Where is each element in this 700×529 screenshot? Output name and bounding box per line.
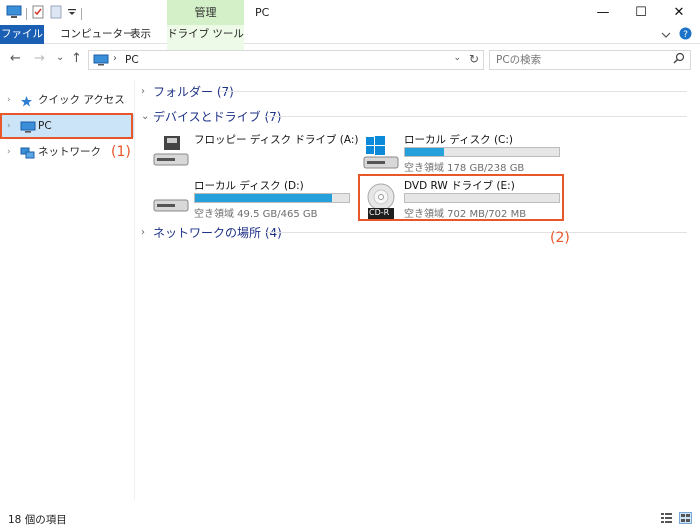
- breadcrumb-pc[interactable]: PC: [125, 54, 139, 66]
- callout-box-2: [358, 174, 564, 221]
- drive-name: ローカル ディスク (D:): [194, 180, 304, 192]
- drive-local-d[interactable]: ローカル ディスク (D:) 空き領域 49.5 GB/465 GB: [146, 176, 356, 220]
- callout-label-2: (2): [550, 230, 570, 246]
- chevron-right-icon[interactable]: ›: [7, 88, 11, 112]
- forward-button[interactable]: →: [34, 51, 45, 66]
- drive-usage-bar: [404, 147, 560, 157]
- ribbon-right-controls: ?: [661, 27, 692, 43]
- item-count: 18 個の項目: [8, 514, 67, 526]
- ribbon-tabs: ファイル コンピューター 表示 ドライブ ツール ?: [0, 25, 700, 69]
- group-divider: [265, 232, 687, 233]
- group-label: ネットワークの場所 (4): [153, 225, 282, 240]
- hard-drive-icon: [152, 182, 190, 219]
- search-input[interactable]: [496, 53, 666, 67]
- group-label: デバイスとドライブ (7): [153, 109, 282, 124]
- navigation-pane: › クイック アクセス › PC › ネットワーク: [0, 80, 134, 500]
- drive-floppy-a[interactable]: フロッピー ディスク ドライブ (A:): [146, 130, 359, 174]
- address-dropdown-button[interactable]: ⌄: [453, 53, 461, 63]
- up-button[interactable]: ↑: [71, 51, 82, 66]
- new-folder-icon[interactable]: [49, 5, 63, 22]
- breadcrumb-separator[interactable]: ›: [113, 53, 117, 64]
- sidebar-item-quick-access[interactable]: › クイック アクセス: [0, 88, 134, 112]
- recent-locations-button[interactable]: ⌄: [56, 52, 64, 63]
- search-icon[interactable]: [673, 52, 685, 67]
- chevron-down-icon: ⌄: [141, 110, 150, 122]
- tiles-view-icon[interactable]: [679, 512, 692, 527]
- callout-label-1: (1): [111, 144, 131, 160]
- drive-local-c[interactable]: ローカル ディスク (C:) 空き領域 178 GB/238 GB: [356, 130, 566, 174]
- search-box[interactable]: [489, 50, 691, 70]
- expand-ribbon-icon[interactable]: [661, 29, 671, 42]
- sidebar-item-label: ネットワーク: [38, 146, 101, 158]
- refresh-button[interactable]: ↻: [469, 52, 479, 66]
- chevron-right-icon[interactable]: ›: [7, 140, 11, 164]
- svg-text:?: ?: [683, 30, 688, 40]
- drive-free-space: 空き領域 49.5 GB/465 GB: [194, 209, 318, 220]
- group-network-locations[interactable]: › ネットワークの場所 (4): [141, 223, 687, 241]
- help-icon[interactable]: ?: [679, 27, 692, 43]
- tab-file[interactable]: ファイル: [0, 25, 44, 44]
- customize-toolbar-icon[interactable]: [67, 7, 77, 20]
- properties-icon[interactable]: [31, 5, 45, 22]
- toolbar-separator: [26, 7, 27, 20]
- details-view-icon[interactable]: [660, 512, 673, 527]
- chevron-right-icon: ›: [141, 85, 145, 97]
- group-divider: [219, 91, 687, 92]
- tab-view[interactable]: 表示: [122, 25, 159, 44]
- drive-usage-bar: [194, 193, 350, 203]
- status-bar: 18 個の項目: [0, 508, 700, 529]
- drive-free-space: 空き領域 178 GB/238 GB: [404, 163, 525, 174]
- manage-tab[interactable]: 管理: [167, 0, 244, 25]
- title-bar: 管理 PC — ☐ ✕: [0, 0, 700, 25]
- windows-drive-icon: [362, 136, 400, 173]
- chevron-right-icon: ›: [141, 226, 145, 238]
- drive-usage-fill: [195, 194, 333, 202]
- sidebar-item-label: クイック アクセス: [38, 94, 125, 106]
- pane-divider[interactable]: [134, 80, 135, 500]
- toolbar-separator: [81, 7, 82, 20]
- pc-icon: [93, 54, 109, 69]
- group-folders[interactable]: › フォルダー (7): [141, 82, 687, 100]
- drive-name: フロッピー ディスク ドライブ (A:): [194, 134, 359, 146]
- floppy-drive-icon: [152, 136, 190, 171]
- minimize-button[interactable]: —: [586, 0, 620, 25]
- address-bar[interactable]: › PC ⌄ ↻: [88, 50, 484, 70]
- network-icon: [20, 145, 35, 169]
- drive-name: ローカル ディスク (C:): [404, 134, 514, 146]
- window-title: PC: [255, 6, 270, 19]
- group-divider: [265, 116, 687, 117]
- group-devices-and-drives[interactable]: ⌄ デバイスとドライブ (7): [141, 107, 687, 125]
- back-button[interactable]: ←: [10, 51, 21, 66]
- maximize-button[interactable]: ☐: [624, 0, 658, 25]
- pc-app-icon: [6, 5, 22, 22]
- navigation-bar: ← → ⌄ ↑ › PC ⌄ ↻: [0, 48, 700, 73]
- quick-access-toolbar: [6, 5, 82, 22]
- drive-usage-fill: [405, 148, 444, 156]
- view-switcher: [660, 512, 692, 527]
- callout-box-1: [0, 113, 133, 139]
- close-button[interactable]: ✕: [662, 0, 696, 25]
